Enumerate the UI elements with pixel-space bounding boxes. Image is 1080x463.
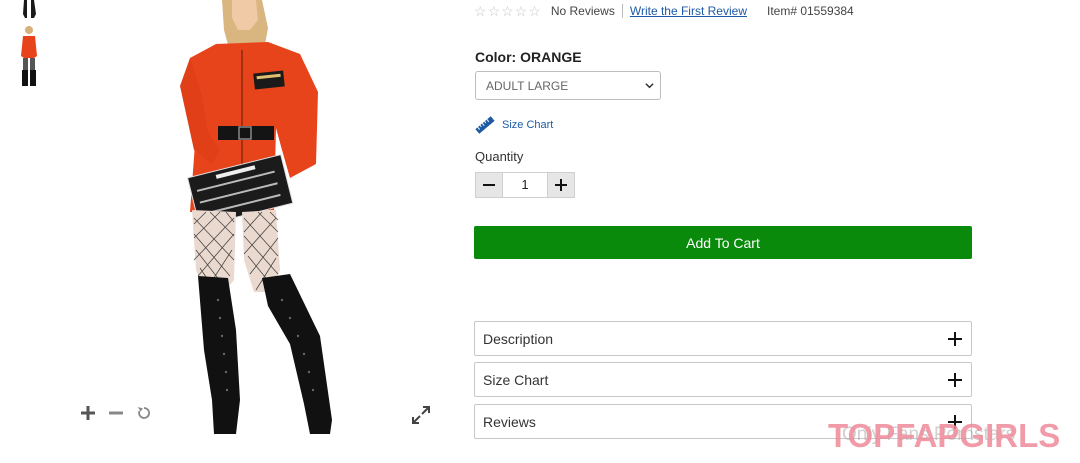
size-chart-link-label: Size Chart bbox=[502, 119, 554, 131]
product-image bbox=[150, 0, 370, 440]
size-select-value: ADULT LARGE bbox=[486, 78, 569, 93]
star-icon: ☆ bbox=[501, 3, 514, 19]
accordion-size-chart[interactable]: Size Chart bbox=[474, 362, 972, 397]
accordion-label: Size Chart bbox=[483, 371, 549, 388]
star-icon: ☆ bbox=[474, 3, 487, 19]
ruler-icon bbox=[475, 116, 495, 134]
rating-row: ☆ ☆ ☆ ☆ ☆ No Reviews Write the First Rev… bbox=[474, 2, 854, 20]
no-reviews-text: No Reviews bbox=[551, 4, 623, 18]
zoom-out-icon[interactable] bbox=[108, 405, 124, 421]
color-value: ORANGE bbox=[520, 49, 582, 65]
quantity-stepper: 1 bbox=[475, 172, 575, 198]
star-icon: ☆ bbox=[487, 3, 501, 19]
quantity-label: Quantity bbox=[475, 149, 524, 164]
rotate-icon[interactable] bbox=[136, 405, 152, 421]
write-first-review-link[interactable]: Write the First Review bbox=[630, 4, 747, 18]
accordion-label: Reviews bbox=[483, 413, 536, 430]
color-label: Color: bbox=[475, 49, 517, 65]
accordion-label: Description bbox=[483, 330, 554, 347]
plus-icon bbox=[555, 179, 567, 191]
add-to-cart-button[interactable]: Add To Cart bbox=[474, 226, 972, 259]
star-icon: ☆ bbox=[514, 3, 528, 19]
image-zoom-controls bbox=[80, 405, 152, 421]
watermark-logo: TOPFAPGIRLS bbox=[828, 417, 1061, 454]
item-number: Item# 01559384 bbox=[766, 4, 854, 18]
size-chart-link[interactable]: Size Chart bbox=[475, 116, 553, 134]
thumbnail-1[interactable] bbox=[14, 0, 44, 20]
zoom-in-icon[interactable] bbox=[80, 405, 96, 421]
expand-icon[interactable] bbox=[412, 406, 430, 424]
quantity-increase-button[interactable] bbox=[548, 173, 574, 197]
quantity-decrease-button[interactable] bbox=[476, 173, 502, 197]
chevron-down-icon bbox=[645, 83, 654, 89]
color-heading: Color: ORANGE bbox=[475, 49, 582, 65]
size-select[interactable]: ADULT LARGE bbox=[475, 71, 661, 100]
thumbnail-2[interactable] bbox=[14, 24, 44, 88]
minus-icon bbox=[483, 184, 495, 186]
plus-icon bbox=[948, 372, 962, 387]
star-rating: ☆ ☆ ☆ ☆ ☆ bbox=[474, 4, 541, 18]
quantity-input[interactable]: 1 bbox=[502, 173, 548, 197]
plus-icon bbox=[948, 331, 962, 346]
star-icon: ☆ bbox=[528, 3, 541, 19]
accordion-description[interactable]: Description bbox=[474, 321, 972, 356]
